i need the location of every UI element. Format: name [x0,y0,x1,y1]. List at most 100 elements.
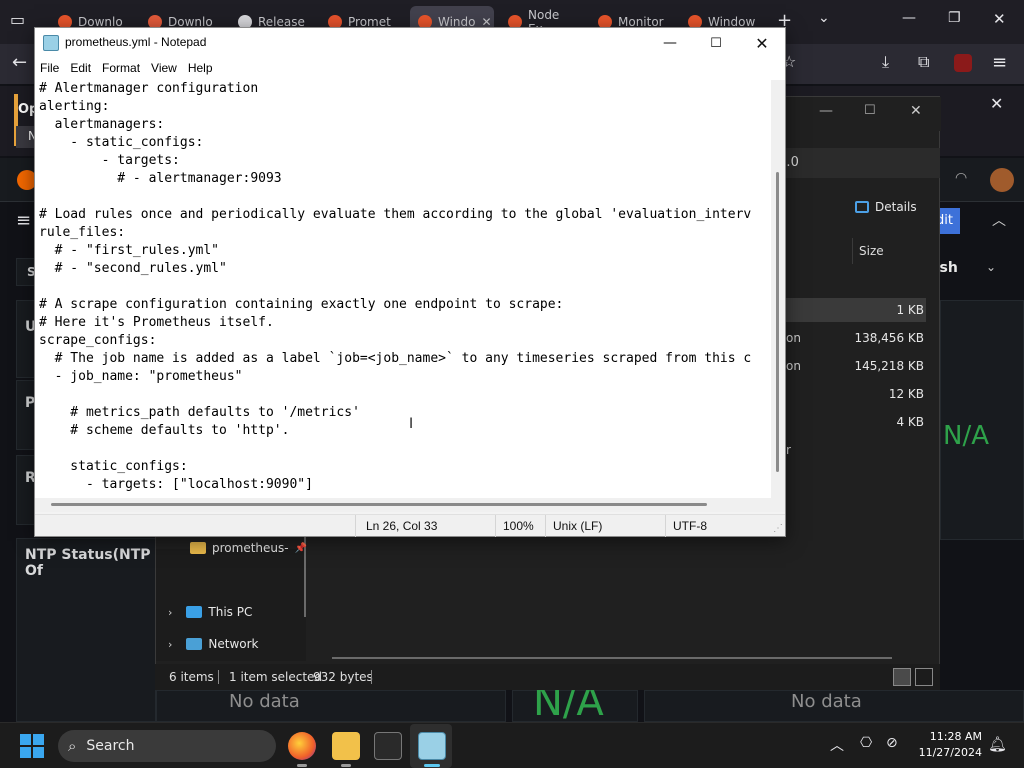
scroll-thumb[interactable] [776,172,779,472]
text-cursor-ibeam-icon: I [409,416,414,432]
file-type: r [786,443,791,457]
taskbar-clock[interactable]: 11:28 AM 11/27/2024 [916,729,982,761]
grafana-menu-icon[interactable]: ≡ [16,210,31,231]
grafana-panel: N/A [512,679,638,725]
menu-edit[interactable]: Edit [65,58,97,80]
start-tile [33,734,44,745]
chevron-right-icon[interactable]: › [168,606,172,619]
avatar[interactable] [990,168,1014,192]
status-separator [665,515,666,537]
network-tray-icon[interactable]: ⎔ [860,735,872,751]
sidebar-item-this-pc[interactable]: › This PC [168,605,252,619]
explorer-status-bar: 6 items 1 item selected 932 bytes [155,664,940,690]
start-tile [33,747,44,758]
grafana-panel: No data [156,690,506,722]
extensions-icon[interactable]: ⧉ [918,52,929,72]
firefox-icon[interactable] [288,732,316,760]
clock-time: 11:28 AM [929,730,982,743]
clock-date: 11/27/2024 [918,746,982,759]
active-indicator [424,764,440,767]
notepad-title: prometheus.yml - Notepad [65,35,207,49]
notepad-vertical-scrollbar[interactable] [771,80,785,498]
search-icon: ⌕ [68,737,77,755]
grafana-panel-ntp: NTP Status(NTP Of [16,538,156,722]
details-button[interactable]: Details [855,200,917,214]
details-view-icon[interactable] [893,668,911,686]
selection-count: 1 item selected [229,670,323,684]
menu-file[interactable]: File [35,58,65,80]
no-data-label: No data [229,691,300,712]
stat-value: N/A [943,421,989,451]
menu-format[interactable]: Format [97,58,146,80]
menu-hamburger-icon[interactable]: ≡ [992,52,1007,73]
back-arrow-icon[interactable]: ← [12,52,27,73]
browser-close-icon[interactable]: ✕ [993,10,1006,28]
terminal-icon[interactable] [374,732,402,760]
selection-size: 932 bytes [313,670,373,684]
running-indicator [297,764,307,767]
file-size: 4 KB [896,415,924,429]
collapse-chevron-icon[interactable]: ︿ [992,210,1006,230]
zoom-level: 100% [503,519,534,533]
file-size: 12 KB [888,387,924,401]
menu-view[interactable]: View [146,58,183,80]
menu-help[interactable]: Help [183,58,219,80]
ublock-icon[interactable] [954,54,972,72]
file-type: on [786,359,801,373]
no-data-label: No data [791,691,862,712]
sidebar-item-prometheus[interactable]: prometheus- 📌 [190,541,307,555]
grafana-panel-right: N/A [940,300,1024,540]
status-divider [218,670,219,684]
tiles-view-icon[interactable] [915,668,933,686]
folder-icon [190,542,206,554]
start-tile [20,734,31,745]
notepad-horizontal-scrollbar[interactable] [35,498,785,512]
rss-icon[interactable]: ◠ [955,170,967,186]
notepad-icon[interactable] [418,732,446,760]
notepad-menu-bar: File Edit Format View Help [35,58,785,80]
chevron-right-icon[interactable]: › [168,638,172,651]
notification-bell-icon[interactable]: 🔔︎ [988,735,1007,753]
tab-list-chevron-icon[interactable]: ⌄ [818,10,830,26]
file-size: 138,456 KB [854,331,924,345]
browser-restore-icon[interactable]: ❐ [948,10,961,26]
notepad-close-icon[interactable]: ✕ [739,28,785,58]
notepad-maximize-icon[interactable]: ☐ [693,28,739,58]
explorer-minimize-icon[interactable]: — [819,103,833,119]
details-pane-icon [855,201,869,213]
windows-start-icon[interactable] [20,734,44,758]
content-hscrollbar[interactable] [332,657,892,659]
tray-chevron-up-icon[interactable]: ︿ [830,735,844,755]
tab-overview-icon[interactable]: ▭ [10,10,25,29]
file-content[interactable]: # Alertmanager configuration alerting: a… [35,80,771,494]
taskbar-search-box[interactable]: ⌕ Search [58,730,276,762]
explorer-close-icon[interactable]: ✕ [910,103,922,119]
file-size: 145,218 KB [854,359,924,373]
explorer-maximize-icon[interactable]: ☐ [864,103,876,118]
notepad-app-icon [43,35,59,51]
scroll-thumb[interactable] [51,503,707,506]
notepad-title-bar[interactable]: prometheus.yml - Notepad — ☐ ✕ [35,28,785,58]
resize-grip-icon[interactable]: ⋰ [773,523,783,534]
notification-close-icon[interactable]: ✕ [990,94,1003,113]
notepad-minimize-icon[interactable]: — [647,28,693,58]
encoding: UTF-8 [673,519,707,533]
volume-muted-icon[interactable]: ⊘ [886,735,898,751]
start-tile [20,747,31,758]
file-explorer-icon[interactable] [332,732,360,760]
download-icon[interactable]: ⤓ [882,52,889,72]
item-count: 6 items [169,670,214,684]
size-column-header[interactable]: Size [852,238,932,264]
windows-taskbar: ⌕ Search ︿ ⎔ ⊘ 11:28 AM 11/27/2024 🔔︎ [0,722,1024,768]
refresh-chevron-icon[interactable]: ⌄ [986,260,996,274]
notepad-window: prometheus.yml - Notepad — ☐ ✕ File Edit… [34,27,786,537]
cursor-position: Ln 26, Col 33 [366,519,438,533]
sidebar-item-network[interactable]: › Network [168,637,259,651]
pin-icon: 📌 [294,542,308,554]
network-icon [186,638,203,650]
running-indicator [341,764,351,767]
browser-minimize-icon[interactable]: — [902,10,916,26]
status-divider [371,670,372,684]
grafana-panel: No data [644,690,1024,722]
notepad-text-area[interactable]: # Alertmanager configuration alerting: a… [35,80,771,498]
